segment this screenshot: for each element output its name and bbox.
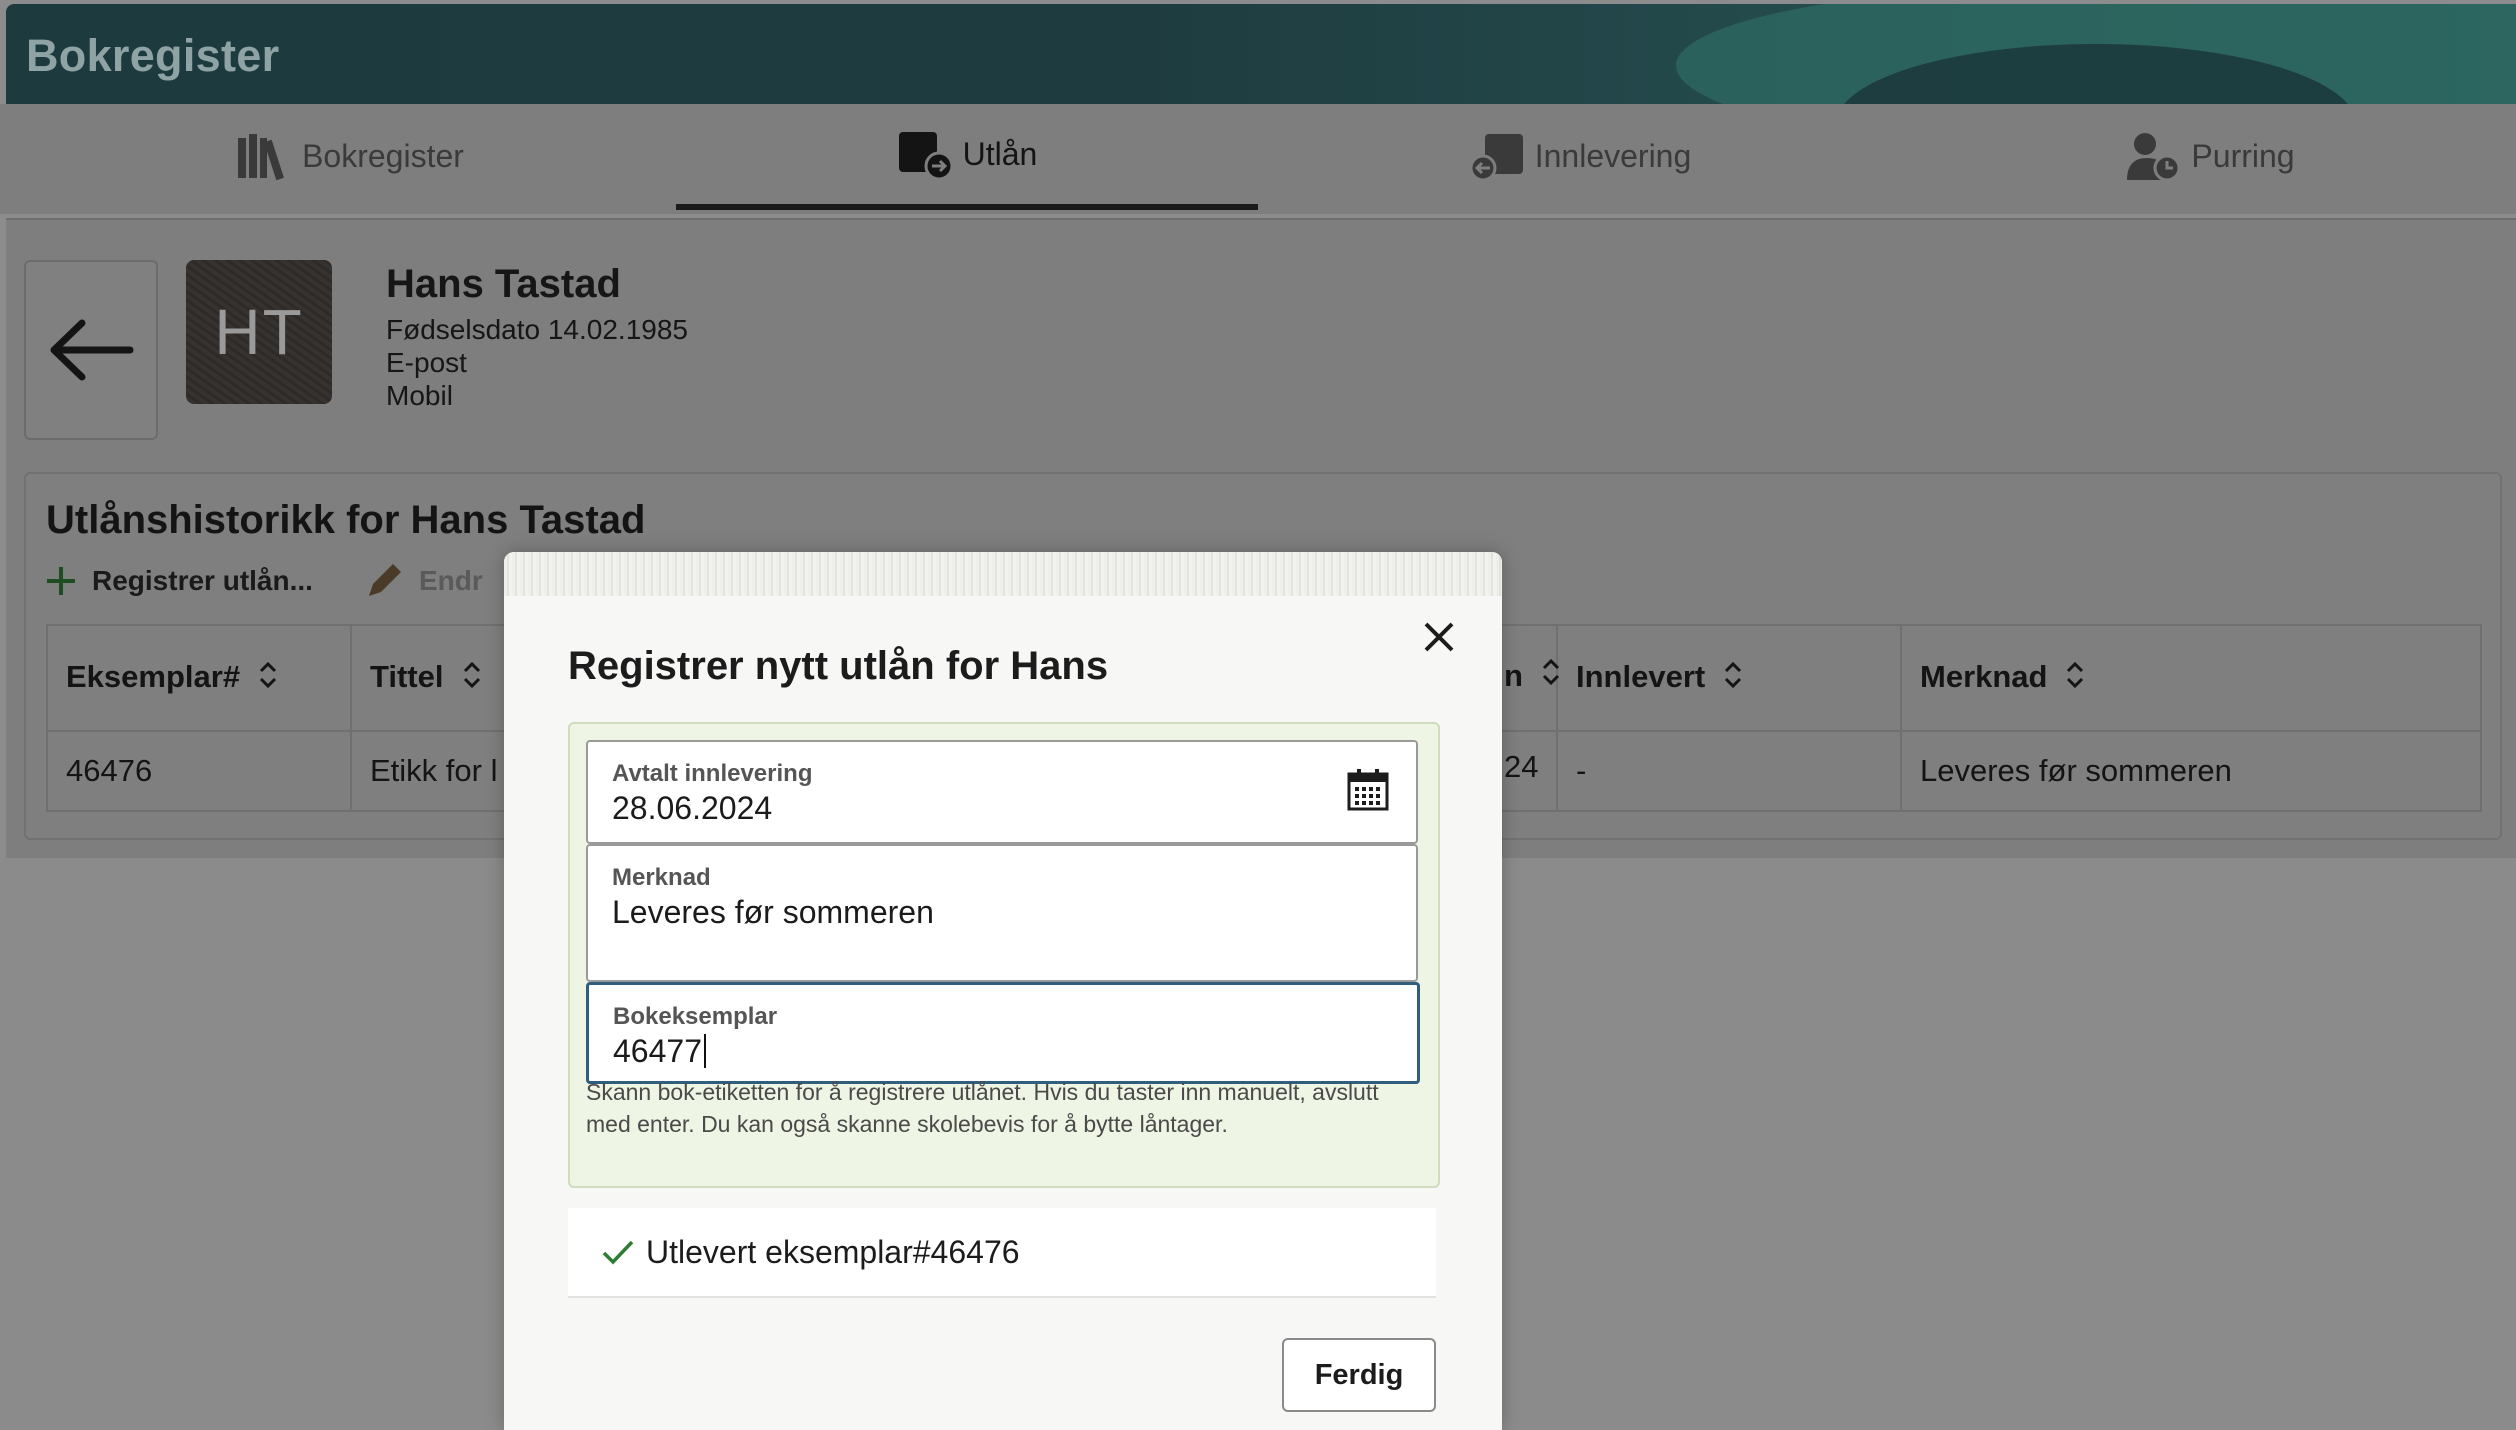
person-birthdate: Fødselsdato 14.02.1985	[386, 314, 688, 345]
sort-icon[interactable]	[1541, 658, 1561, 694]
dialog-title: Registrer nytt utlån for Hans	[568, 644, 1109, 688]
done-button[interactable]: Ferdig	[1282, 1338, 1436, 1412]
tab-utlan[interactable]: Utlån	[676, 104, 1258, 210]
register-loan-dialog: Registrer nytt utlån for Hans Avtalt inn…	[504, 552, 1502, 1430]
register-loan-button[interactable]: Registrer utlån...	[44, 560, 313, 602]
book-copy-value[interactable]: 46477	[613, 1033, 706, 1070]
back-button[interactable]	[24, 260, 158, 440]
delivered-item: Utlevert eksemplar#46476	[568, 1208, 1436, 1298]
edit-loan-button[interactable]: Endr	[363, 560, 483, 602]
cell-innlevert: -	[1556, 730, 1902, 812]
avatar: HT	[186, 260, 332, 404]
column-header-eksemplar[interactable]: Eksemplar#	[46, 624, 352, 732]
due-date-field[interactable]: Avtalt innlevering 28.06.2024	[586, 740, 1418, 844]
tab-label: Innlevering	[1534, 137, 1692, 174]
note-value[interactable]: Leveres før sommeren	[612, 894, 934, 931]
cell-merknad: Leveres før sommeren	[1900, 730, 2482, 812]
user-clock-icon	[2125, 130, 2181, 182]
sort-icon[interactable]	[2065, 661, 2085, 697]
delivered-text: Utlevert eksemplar#46476	[646, 1233, 1020, 1270]
checkmark-icon	[602, 1240, 634, 1265]
arrow-left-icon	[50, 319, 134, 381]
close-button[interactable]	[1414, 612, 1464, 662]
text-caret	[703, 1034, 706, 1068]
loan-form-panel: Avtalt innlevering 28.06.2024 Merknad Le…	[568, 722, 1440, 1188]
close-icon	[1424, 622, 1454, 652]
cell-eksemplar: 46476	[46, 730, 352, 812]
note-field[interactable]: Merknad Leveres før sommeren	[586, 844, 1418, 982]
person-info: Hans Tastad Fødselsdato 14.02.1985 E-pos…	[386, 262, 688, 412]
tab-label: Bokregister	[302, 137, 464, 174]
history-toolbar: Registrer utlån... Endr	[44, 560, 483, 602]
tab-label: Purring	[2191, 137, 2295, 174]
loan-history-title: Utlånshistorikk for Hans Tastad	[46, 498, 646, 542]
tab-label: Utlån	[962, 135, 1038, 172]
calendar-icon[interactable]	[1346, 768, 1390, 812]
sort-icon[interactable]	[258, 661, 278, 697]
lend-book-icon	[897, 128, 954, 181]
register-loan-label: Registrer utlån...	[92, 565, 313, 596]
person-name: Hans Tastad	[386, 262, 621, 306]
scan-hint: Skann bok-etiketten for å registrere utl…	[586, 1079, 1379, 1137]
due-date-value[interactable]: 28.06.2024	[612, 790, 772, 827]
sort-icon[interactable]	[1723, 661, 1743, 697]
column-header-merknad[interactable]: Merknad	[1900, 624, 2482, 732]
column-header-innlevert[interactable]: Innlevert	[1556, 624, 1902, 732]
tab-purring[interactable]: Purring	[2000, 104, 2420, 208]
cell-partial-date: 24	[1504, 749, 1539, 784]
edit-loan-label: Endr	[418, 565, 483, 596]
due-date-label: Avtalt innlevering	[612, 760, 813, 787]
return-book-icon	[1469, 130, 1523, 182]
tab-innlevering[interactable]: Innlevering	[1340, 104, 1820, 208]
tab-bar: Bokregister Utlån Innlevering Purring	[0, 104, 2516, 214]
tab-bokregister[interactable]: Bokregister	[120, 104, 580, 208]
person-email-label: E-post	[386, 347, 467, 378]
dialog-header-texture	[504, 552, 1502, 596]
person-mobile-label: Mobil	[386, 380, 453, 411]
column-header-partial[interactable]: n	[1504, 626, 1561, 726]
note-label: Merknad	[612, 864, 711, 891]
plus-icon	[47, 567, 75, 595]
app-header: Bokregister	[6, 4, 2516, 104]
pencil-icon	[368, 564, 401, 596]
books-icon	[236, 130, 288, 182]
book-copy-label: Bokeksemplar	[613, 1003, 778, 1030]
book-copy-input[interactable]: Bokeksemplar 46477	[586, 982, 1420, 1084]
app-title: Bokregister	[26, 30, 280, 81]
sort-icon[interactable]	[462, 661, 482, 697]
